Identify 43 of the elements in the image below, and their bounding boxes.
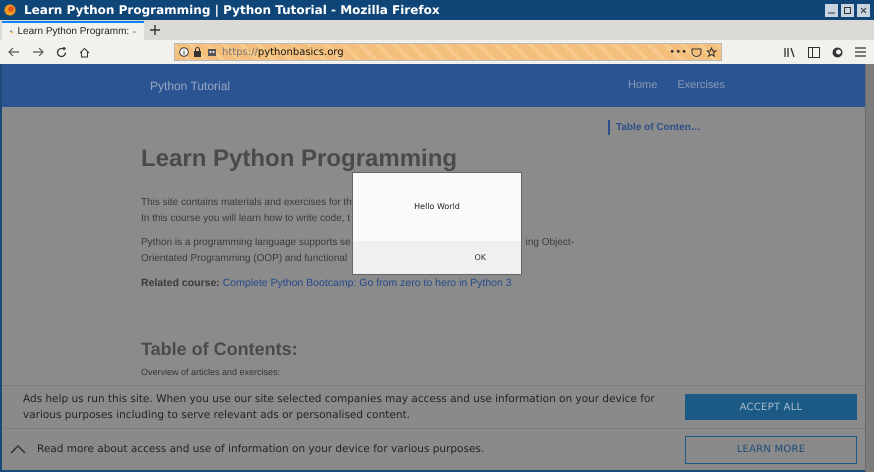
paragraph-line: Python is a programming language supports se bbox=[141, 236, 351, 250]
browser-tab[interactable]: Learn Python Programm: bbox=[2, 21, 144, 40]
nav-link[interactable]: Home bbox=[628, 77, 658, 94]
menu-icon[interactable] bbox=[855, 47, 866, 57]
related-course: Related course: Complete Python Bootcamp: Go from zero to hero in Python 3 bbox=[141, 276, 513, 291]
minimize-icon[interactable] bbox=[825, 4, 838, 16]
star-icon[interactable] bbox=[706, 46, 717, 58]
new-tab-icon[interactable] bbox=[150, 25, 160, 35]
window-title: Learn Python Programming | Python Tutorial - Mozilla Firefox bbox=[24, 2, 440, 19]
learn-more-button[interactable]: LEARN MORE bbox=[685, 436, 857, 464]
details-text: Read more about access and use of information on your device for various purposes. bbox=[37, 442, 484, 457]
consent-text: Ads help us run this site. When you use our site selected companies may access and use information on your device for various purposes including to serve relevant ads or personalised content. bbox=[23, 392, 656, 423]
paragraph-line: In this course you will learn how to write code, t bbox=[141, 212, 350, 226]
account-icon[interactable] bbox=[832, 46, 843, 58]
chevron-up-icon[interactable] bbox=[10, 445, 26, 454]
paragraph-line: This site contains materials and exercises for th bbox=[141, 196, 352, 210]
toc-link[interactable]: Table of Conten… bbox=[608, 120, 701, 135]
info-icon[interactable] bbox=[179, 47, 189, 57]
forward-icon[interactable] bbox=[32, 47, 44, 57]
address-field[interactable]: https://pythonbasics.org ••• bbox=[174, 43, 722, 61]
reload-icon[interactable] bbox=[56, 46, 67, 58]
nav-link[interactable]: Exercises bbox=[677, 77, 725, 94]
restore-icon[interactable] bbox=[841, 4, 854, 16]
sidebar-icon[interactable] bbox=[808, 46, 820, 58]
alert-message: Hello World bbox=[413, 201, 461, 213]
lock-icon bbox=[193, 47, 202, 57]
accept-all-button[interactable]: ACCEPT ALL bbox=[685, 394, 857, 420]
paragraph-line: ing Object- bbox=[526, 236, 574, 250]
page-title: Learn Python Programming bbox=[141, 147, 458, 171]
pocket-icon[interactable] bbox=[691, 46, 702, 58]
ok-button[interactable]: OK bbox=[474, 252, 486, 264]
page-actions-button[interactable]: ••• bbox=[669, 44, 687, 60]
site-brand[interactable]: Python Tutorial bbox=[150, 76, 230, 94]
back-icon[interactable] bbox=[8, 47, 20, 57]
close-icon[interactable] bbox=[857, 4, 870, 16]
section-heading: Table of Contents: bbox=[141, 338, 299, 361]
robot-icon bbox=[206, 47, 218, 57]
home-icon[interactable] bbox=[79, 46, 90, 58]
overview-text: Overview of articles and exercises: bbox=[141, 366, 282, 378]
library-icon[interactable] bbox=[784, 46, 796, 58]
course-link[interactable]: Complete Python Bootcamp: Go from zero to hero in Python 3 bbox=[222, 277, 512, 289]
paragraph-line: Orientated Programming (OOP) and functional bbox=[141, 252, 348, 266]
firefox-icon bbox=[4, 4, 16, 16]
